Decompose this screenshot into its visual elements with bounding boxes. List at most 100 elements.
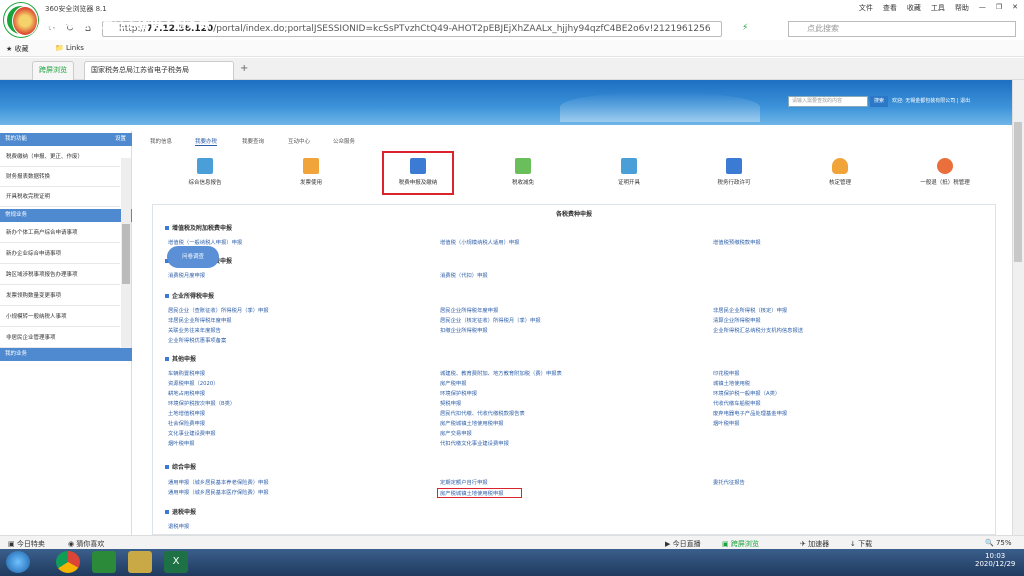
declaration-link[interactable]: 关联业务往来年度报告 bbox=[168, 326, 221, 334]
menu-favorites[interactable]: 收藏 bbox=[907, 3, 921, 13]
declaration-link[interactable]: 居民代扣代缴、代收代缴税款报告表 bbox=[440, 409, 525, 417]
site-search-input[interactable]: 请输入需要查找的内容 bbox=[788, 96, 868, 107]
declaration-link[interactable]: 居民企业（核定征收）所得税月（季）申报 bbox=[440, 316, 541, 324]
declaration-link[interactable]: 居民企业所得税年度申报 bbox=[440, 306, 498, 314]
declaration-link[interactable]: 退税申报 bbox=[168, 522, 189, 530]
user-info[interactable]: 欢迎: 无锡金都包装有限公司 | 退出 bbox=[892, 97, 970, 104]
declaration-link[interactable]: 环境保护税一般申报（A类） bbox=[713, 389, 780, 397]
declaration-link[interactable]: 房产交易申报 bbox=[440, 429, 472, 437]
new-tab-icon[interactable]: + bbox=[240, 63, 248, 74]
declaration-link[interactable]: 清算企业所得税申报 bbox=[713, 316, 761, 324]
tab-my-info[interactable]: 我的信息 bbox=[150, 137, 172, 145]
declaration-link[interactable]: 城镇土地使用税 bbox=[713, 379, 750, 387]
func-admin-license[interactable]: 税务行政许可 bbox=[699, 158, 769, 186]
sidebar-item[interactable]: 跨区域涉税事项报告办理事项 bbox=[0, 265, 120, 285]
menu-tools[interactable]: 工具 bbox=[931, 3, 945, 13]
menu-view[interactable]: 查看 bbox=[883, 3, 897, 13]
browser360-icon[interactable] bbox=[92, 551, 116, 573]
func-info-report[interactable]: 综合信息报告 bbox=[170, 158, 240, 186]
declaration-link[interactable]: 社会保险费申报 bbox=[168, 419, 205, 427]
today-deals[interactable]: ▣ 今日特卖 bbox=[8, 539, 45, 549]
sidebar-item[interactable]: 财务报表数据转换 bbox=[0, 167, 120, 187]
sidebar-item[interactable]: 非居民企业管理事项 bbox=[0, 328, 120, 348]
declaration-link[interactable]: 定期定额户自行申报 bbox=[440, 478, 488, 486]
sidebar-item[interactable]: 小规模转一般纳税人事项 bbox=[0, 307, 120, 327]
declaration-link[interactable]: 消费税（代扣）申报 bbox=[440, 271, 488, 279]
accelerator[interactable]: ✈ 加速器 bbox=[800, 539, 829, 549]
site-search-button[interactable]: 搜索 bbox=[870, 96, 888, 107]
survey-cloud-button[interactable]: 问卷调查 bbox=[167, 246, 219, 268]
sidebar-head-mybusiness[interactable]: 我的业务 bbox=[0, 348, 132, 361]
tab-interaction[interactable]: 互动中心 bbox=[288, 137, 310, 145]
tab-cross-screen[interactable]: 跨屏浏览 bbox=[32, 61, 74, 80]
func-refund[interactable]: 一般退（抵）税管理 bbox=[910, 158, 980, 186]
declaration-link[interactable]: 环境保护税按次申报（B类） bbox=[168, 399, 235, 407]
tab-query[interactable]: 我要查询 bbox=[242, 137, 264, 145]
clock[interactable]: 10:03 2020/12/29 bbox=[975, 552, 1015, 568]
declaration-link[interactable]: 代收代缴车船税申报 bbox=[713, 399, 761, 407]
sidebar-scroll-thumb[interactable] bbox=[122, 224, 130, 284]
declaration-link[interactable]: 烟叶税申报 bbox=[713, 419, 740, 427]
cross-screen[interactable]: ▣ 跨屏浏览 bbox=[722, 539, 759, 549]
maximize-icon[interactable]: ❐ bbox=[996, 3, 1002, 13]
chrome-icon[interactable] bbox=[56, 551, 80, 573]
declaration-link[interactable]: 车辆购置税申报 bbox=[168, 369, 205, 377]
sidebar-item[interactable]: 税费缴纳（申报、更正、作废） bbox=[0, 147, 120, 167]
explorer-icon[interactable] bbox=[128, 551, 152, 573]
declaration-link[interactable]: 通用申报（城乡居民基本医疗保险费）申报 bbox=[168, 488, 269, 496]
declaration-link[interactable]: 城建税、教育费附加、地方教育附加税（费）申报表 bbox=[440, 369, 562, 377]
declaration-link[interactable]: 契税申报 bbox=[440, 399, 461, 407]
declaration-link[interactable]: 委托代征报告 bbox=[713, 478, 745, 486]
declaration-link[interactable]: 增值税预缴税款申报 bbox=[713, 238, 761, 246]
func-assessment[interactable]: 核定管理 bbox=[805, 158, 875, 186]
declaration-link[interactable]: 烟叶税申报 bbox=[168, 439, 195, 447]
declaration-link[interactable]: 环境保护税申报 bbox=[440, 389, 477, 397]
declaration-link[interactable]: 房产税城镇土地使用税申报 bbox=[440, 419, 504, 427]
declaration-link[interactable]: 增值税（一般纳税人申报）申报 bbox=[168, 238, 242, 246]
sidebar-item[interactable]: 新办企业综合申请事项 bbox=[0, 244, 120, 264]
tab-public-service[interactable]: 公众服务 bbox=[333, 137, 355, 145]
sidebar-head-regular[interactable]: 常规业务 bbox=[0, 209, 132, 222]
declaration-link[interactable]: 增值税（小规模纳税人适用）申报 bbox=[440, 238, 519, 246]
menu-help[interactable]: 帮助 bbox=[955, 3, 969, 13]
declaration-link[interactable]: 企业所得税汇总纳税分支机构信息报送 bbox=[713, 326, 803, 334]
today-live[interactable]: ▶ 今日直播 bbox=[665, 539, 701, 549]
minimize-icon[interactable]: — bbox=[979, 3, 986, 13]
bookmark-links[interactable]: 📁 Links bbox=[55, 44, 84, 52]
tab-tax-bureau[interactable]: 国家税务总局江苏省电子税务局 bbox=[84, 61, 234, 80]
page-scroll-thumb[interactable] bbox=[1014, 122, 1022, 262]
declaration-link[interactable]: 房产税申报 bbox=[440, 379, 467, 387]
download[interactable]: ↓ 下载 bbox=[850, 539, 872, 549]
excel-icon[interactable]: X bbox=[164, 551, 188, 573]
func-certificate[interactable]: 证明开具 bbox=[594, 158, 664, 186]
declaration-link[interactable]: 消费税月度申报 bbox=[168, 271, 205, 279]
declaration-link[interactable]: 企业所得税优惠事项备案 bbox=[168, 336, 226, 344]
declaration-link[interactable]: 印花税申报 bbox=[713, 369, 740, 377]
func-invoice[interactable]: 发票使用 bbox=[276, 158, 346, 186]
close-icon[interactable]: ✕ bbox=[1012, 3, 1018, 13]
declaration-link[interactable]: 扣缴企业所得税申报 bbox=[440, 326, 488, 334]
declaration-link[interactable]: 非居民企业所得税年度申报 bbox=[168, 316, 232, 324]
func-tax-relief[interactable]: 税收减免 bbox=[488, 158, 558, 186]
declaration-link[interactable]: 通用申报（城乡居民基本养老保险费）申报 bbox=[168, 478, 269, 486]
declaration-link[interactable]: 废弃电器电子产品处理基金申报 bbox=[713, 409, 787, 417]
sidebar-item[interactable]: 发票领购数量变更事项 bbox=[0, 286, 120, 306]
tab-tax-handling[interactable]: 我要办税 bbox=[195, 137, 218, 146]
sidebar-head-myfunctions[interactable]: 我的功能 设置 bbox=[0, 133, 132, 146]
declaration-link[interactable]: 土地增值税申报 bbox=[168, 409, 205, 417]
bookmark-favorites[interactable]: ★ 收藏 bbox=[6, 44, 29, 54]
declaration-link[interactable]: 代扣代缴文化事业建设费申报 bbox=[440, 439, 509, 447]
search-input[interactable]: 点此搜索 bbox=[788, 21, 1016, 37]
declaration-link[interactable]: 居民企业（查账征收）所得税月（季）申报 bbox=[168, 306, 269, 314]
start-icon[interactable] bbox=[6, 551, 30, 573]
declaration-link[interactable]: 文化事业建设费申报 bbox=[168, 429, 216, 437]
sidebar-item[interactable]: 开具税收完税证明 bbox=[0, 187, 120, 207]
guess-you-like[interactable]: ◉ 猜你喜欢 bbox=[68, 539, 104, 549]
shield-icon[interactable]: ⚡ bbox=[742, 23, 748, 33]
declaration-link[interactable]: 非居民企业所得税（核定）申报 bbox=[713, 306, 787, 314]
sidebar-item[interactable]: 新办个体工商户综合申请事项 bbox=[0, 223, 120, 243]
declaration-link[interactable]: 耕地占用税申报 bbox=[168, 389, 205, 397]
declaration-link[interactable]: 资源税申报（2020） bbox=[168, 379, 219, 387]
menu-file[interactable]: 文件 bbox=[859, 3, 873, 13]
zoom-level[interactable]: 🔍 75% bbox=[985, 539, 1012, 547]
